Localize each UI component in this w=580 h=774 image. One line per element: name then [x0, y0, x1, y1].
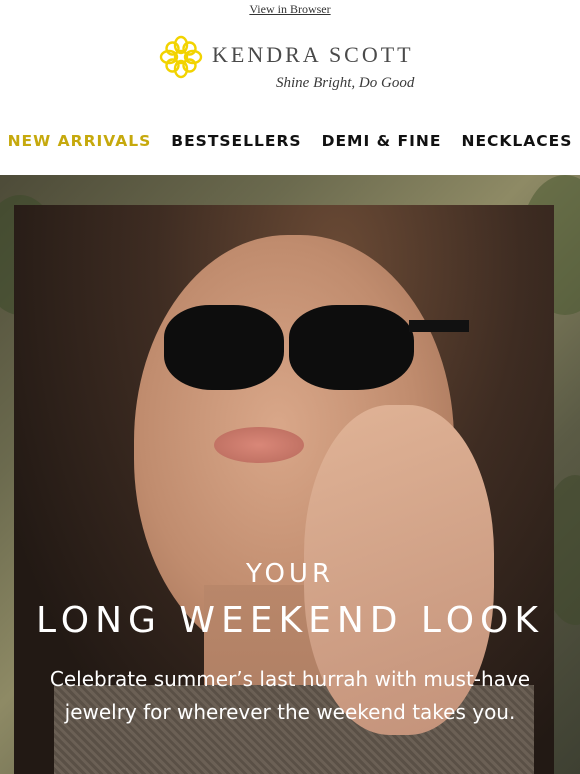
nav-item-demi-fine[interactable]: DEMI & FINE [312, 132, 452, 150]
kendra-scott-logo-icon [159, 35, 203, 79]
hero-headline: LONG WEEKEND LOOK [36, 600, 544, 641]
nav-item-necklaces[interactable]: NECKLACES [451, 132, 580, 150]
nav-item-bestsellers[interactable]: BESTSELLERS [161, 132, 311, 150]
nav-item-new-arrivals[interactable]: NEW ARRIVALS [0, 132, 161, 150]
brand-logo[interactable]: KENDRA SCOTT Shine Bright, Do Good [0, 30, 580, 100]
hero-copy: Celebrate summer’s last hurrah with must… [49, 667, 531, 724]
hero-eyebrow: YOUR [245, 559, 335, 589]
view-in-browser-link[interactable]: View in Browser [0, 0, 580, 22]
sunglasses [164, 305, 284, 390]
category-nav: NEW ARRIVALS BESTSELLERS DEMI & FINE NEC… [0, 128, 580, 154]
brand-tagline: Shine Bright, Do Good [276, 75, 415, 91]
hero-banner[interactable]: YOUR LONG WEEKEND LOOK Celebrate summer’… [0, 175, 580, 774]
brand-name: KENDRA SCOTT [212, 42, 414, 67]
